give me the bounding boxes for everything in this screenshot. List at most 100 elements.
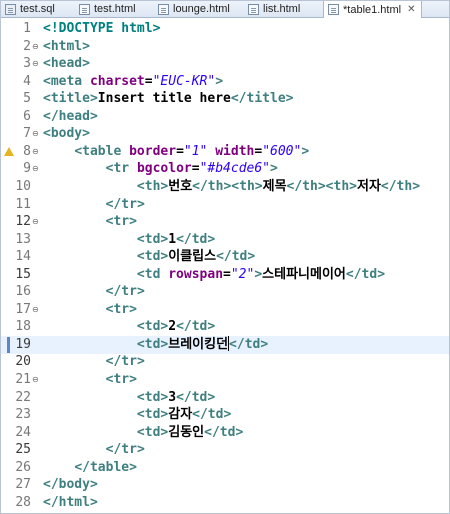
code-text: <td>3</td> [136,389,216,405]
code-line[interactable]: 28 </html> [1,494,449,512]
code-text: <td>1</td> [136,231,216,247]
code-text: <td>2</td> [136,319,216,335]
fold-toggle-icon[interactable]: ⊖ [32,376,39,384]
code-text: <tr bgcolor="#b4cde6"> [105,161,278,177]
tab-label: *table1.html [343,3,402,16]
line-number: 16 [15,284,31,300]
line-number: 26 [15,459,31,475]
fold-toggle-icon[interactable]: ⊖ [32,130,39,138]
line-number: 20 [15,354,31,370]
code-text: <td rowspan="2">스테파니메이어</td> [136,266,386,282]
code-text: <head> [43,56,90,72]
code-text: <td>김동인</td> [136,424,244,440]
code-text: <!DOCTYPE html> [43,21,161,36]
line-number: 5 [23,91,31,107]
code-line[interactable]: 4 <meta charset="EUC-KR"> [1,73,449,91]
code-line[interactable]: 27 </body> [1,476,449,494]
code-text: </head> [43,108,98,124]
line-number: 13 [15,231,31,247]
code-text: <title>Insert title here</title> [43,91,294,107]
code-line[interactable]: 1 <!DOCTYPE html> [1,20,449,38]
code-line[interactable]: 7 ⊖ <body> [1,125,449,143]
code-line[interactable]: 21 ⊖ <tr> [1,371,449,389]
code-text: <html> [43,38,90,54]
code-text: <tr> [105,372,137,387]
code-text: </html> [43,494,98,510]
tab-lounge-html[interactable]: lounge.html [158,1,230,17]
code-text: <body> [43,126,90,142]
code-line[interactable]: 6 </head> [1,108,449,126]
code-text: </tr> [105,354,145,370]
code-line[interactable]: 19 <td>브레이킹던</td> [1,335,449,354]
code-line[interactable]: 2 ⊖ <html> [1,38,449,56]
code-line[interactable]: 11 </tr> [1,196,449,214]
code-text: <tr> [105,214,137,230]
line-number: 25 [15,442,31,458]
line-number: 12 [15,214,31,230]
line-number: 19 [15,336,31,352]
line-number: 24 [15,424,31,440]
code-text: </tr> [105,284,145,300]
code-text: <meta charset="EUC-KR"> [43,73,224,89]
tab-table1-html[interactable]: *table1.html ✕ [323,1,423,18]
tab-label: lounge.html [173,3,230,15]
code-line[interactable]: 20 </tr> [1,353,449,371]
editor-window: test.sql test.html lounge.html list.html… [0,0,450,514]
code-line[interactable]: 8 ⊖ <table border="1" width="600"> [1,143,449,161]
line-number: 6 [23,108,31,124]
fold-toggle-icon[interactable]: ⊖ [32,147,39,155]
code-text: <td>이클립스</td> [136,249,256,265]
code-text: <tr> [105,301,137,317]
tab-list-html[interactable]: list.html [248,1,300,17]
fold-toggle-icon[interactable]: ⊖ [32,165,39,173]
line-number: 9 [23,161,31,177]
line-number: 21 [15,372,31,387]
fold-toggle-icon[interactable]: ⊖ [32,60,39,68]
tab-label: list.html [263,3,301,15]
line-number: 17 [15,301,31,317]
html-file-icon [328,4,339,15]
code-line[interactable]: 10 <th>번호</th><th>제목</th><th>저자</th> [1,178,449,196]
fold-toggle-icon[interactable]: ⊖ [32,42,39,50]
html-file-icon [248,3,259,15]
code-line[interactable]: 16 </tr> [1,283,449,301]
code-editor[interactable]: 1 <!DOCTYPE html> 2 ⊖ <html> 3 ⊖ <head> 4 <meta c… [1,18,449,513]
code-line[interactable]: 22 <td>3</td> [1,389,449,407]
code-line[interactable]: 24 <td>김동인</td> [1,424,449,442]
code-line[interactable]: 26 </table> [1,459,449,477]
code-line[interactable]: 13 <td>1</td> [1,231,449,249]
sql-file-icon [5,3,16,15]
fold-toggle-icon[interactable]: ⊖ [32,305,39,313]
html-file-icon [79,3,90,15]
line-number: 7 [23,126,31,142]
line-number: 2 [23,38,31,54]
line-number: 3 [23,56,31,72]
code-line[interactable]: 12 ⊖ <tr> [1,213,449,231]
code-line[interactable]: 9 ⊖ <tr bgcolor="#b4cde6"> [1,160,449,178]
tab-test-sql[interactable]: test.sql [5,1,55,17]
change-marker [7,336,10,353]
line-number: 1 [23,21,31,36]
line-number: 27 [15,477,31,493]
line-number: 11 [15,196,31,212]
fold-toggle-icon[interactable]: ⊖ [32,218,39,226]
code-line[interactable]: 15 <td rowspan="2">스테파니메이어</td> [1,266,449,284]
line-number: 4 [23,73,31,89]
code-text: <th>번호</th><th>제목</th><th>저자</th> [136,178,421,194]
code-line[interactable]: 14 <td>이클립스</td> [1,248,449,266]
code-line[interactable]: 17 ⊖ <tr> [1,301,449,319]
code-line[interactable]: 3 ⊖ <head> [1,55,449,73]
code-line[interactable]: 23 <td>감자</td> [1,406,449,424]
tab-test-html[interactable]: test.html [79,1,136,17]
warning-icon[interactable] [4,146,14,156]
close-icon[interactable]: ✕ [407,4,415,15]
line-number: 14 [15,249,31,265]
code-text: <table border="1" width="600"> [74,143,310,159]
line-number: 18 [15,319,31,335]
line-number: 22 [15,389,31,405]
code-text: </tr> [105,196,145,212]
code-line[interactable]: 18 <td>2</td> [1,318,449,336]
code-line[interactable]: 5 <title>Insert title here</title> [1,90,449,108]
line-number: 28 [15,494,31,510]
code-line[interactable]: 25 </tr> [1,441,449,459]
